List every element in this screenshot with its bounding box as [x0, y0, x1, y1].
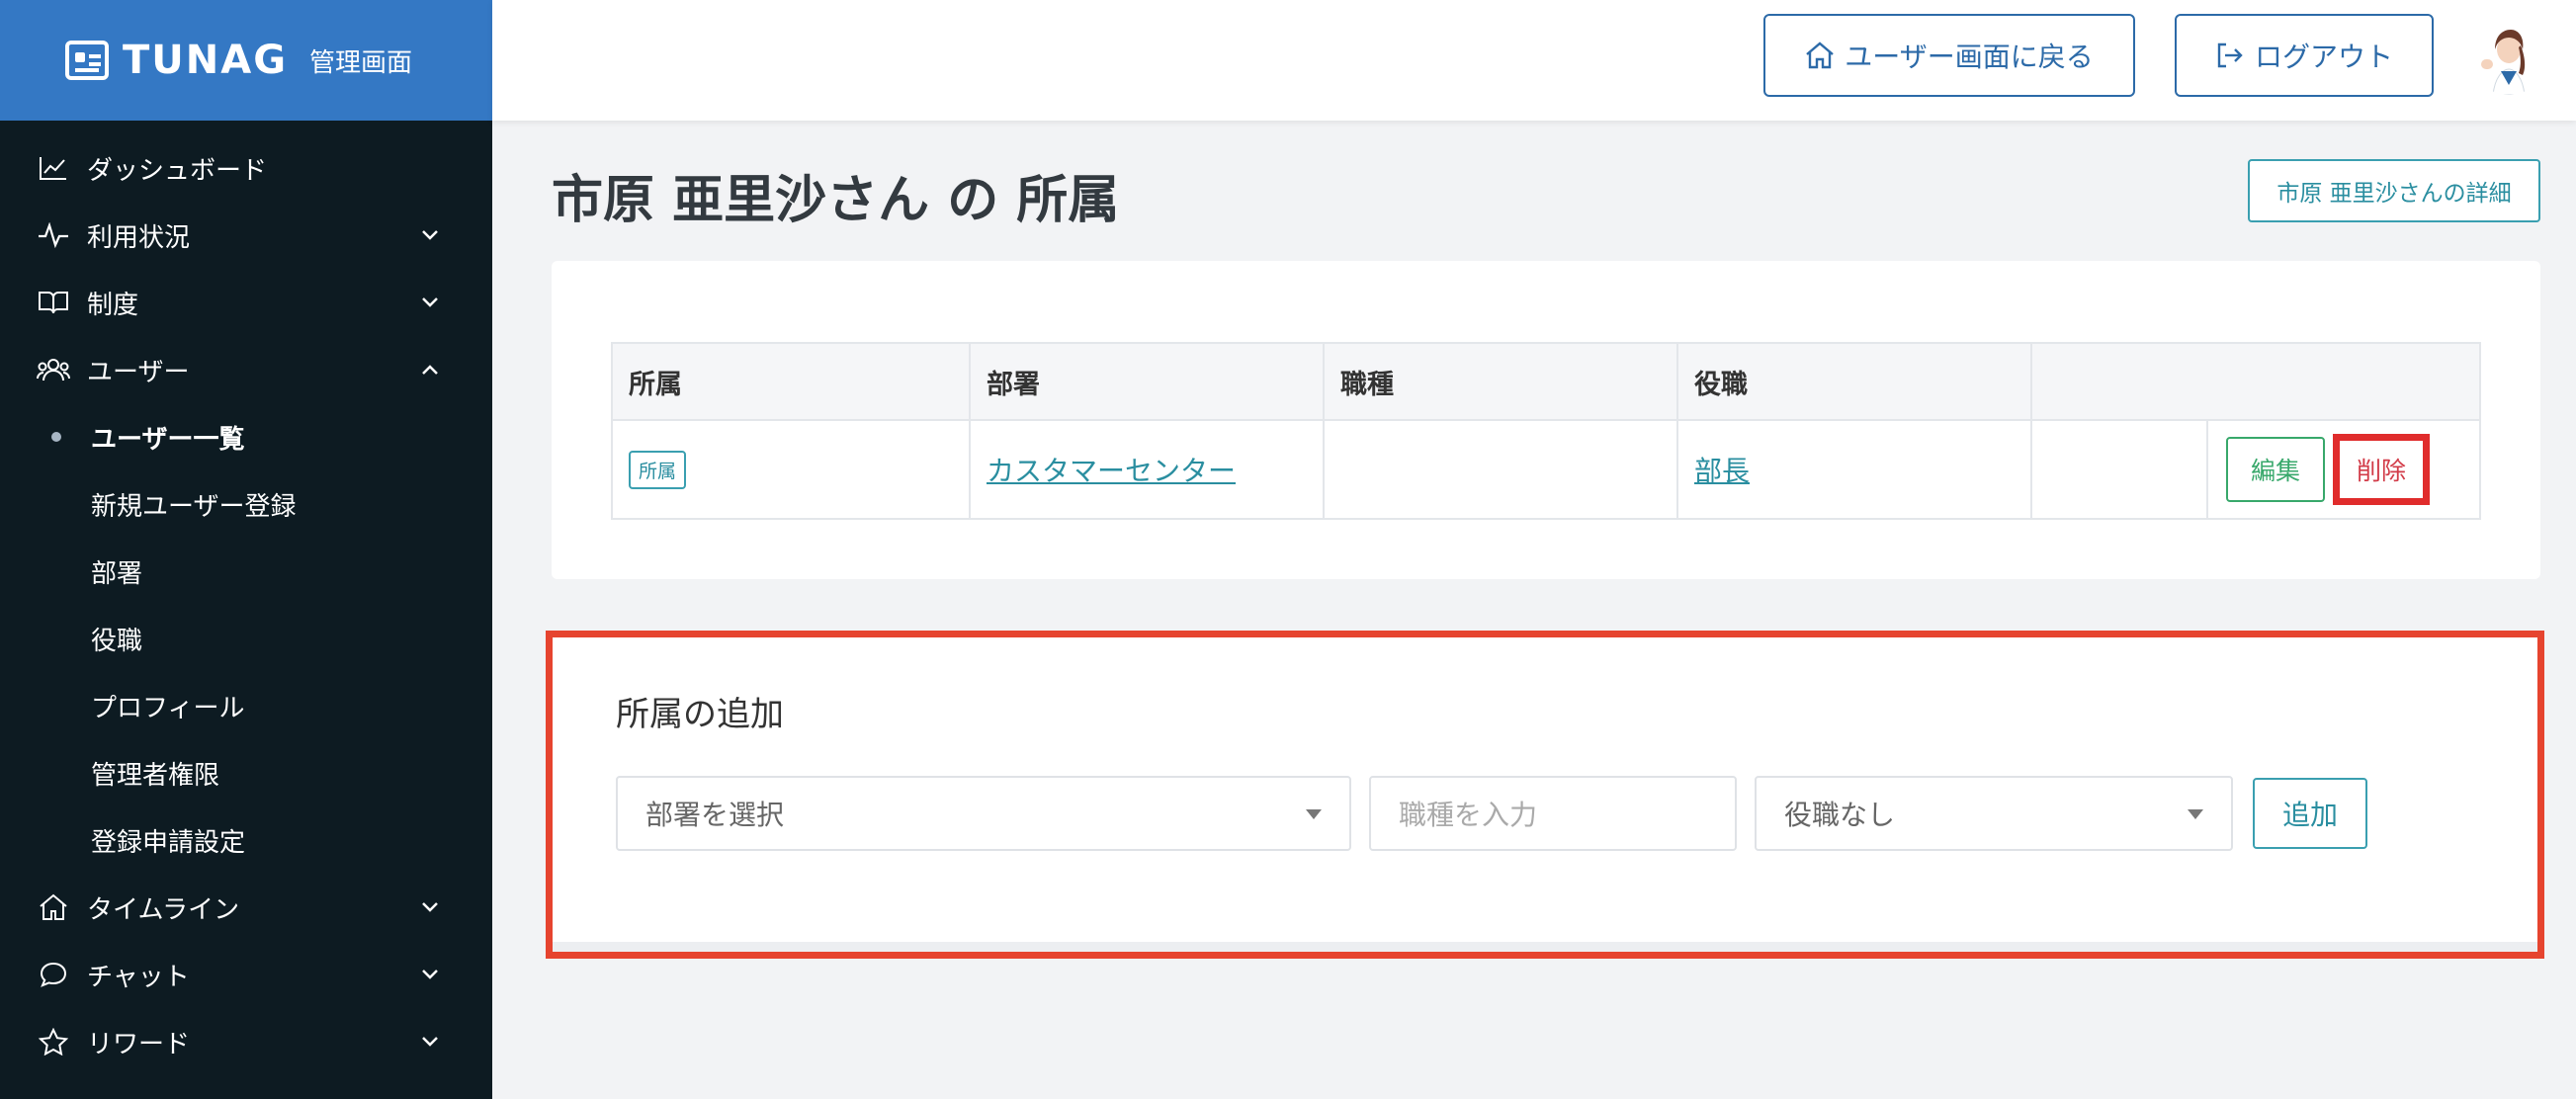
user-detail-button[interactable]: 市原 亜里沙さんの詳細	[2248, 159, 2540, 222]
column-header-job: 職種	[1323, 342, 1678, 421]
column-header-position: 役職	[1676, 342, 2032, 421]
sidebar-subitem-label: 管理者権限	[91, 760, 220, 791]
back-to-user-screen-button[interactable]: ユーザー画面に戻る	[1763, 14, 2135, 97]
affiliation-table: 所属 部署 職種 役職 所属 カスタマーセンター 部長 編集 削除	[611, 342, 2481, 520]
tunag-logo-icon	[65, 41, 109, 80]
sidebar-subitem-label: プロフィール	[91, 693, 245, 723]
chevron-up-icon	[419, 359, 441, 380]
home-icon	[1805, 42, 1835, 69]
sidebar-subitem-new-user[interactable]: 新規ユーザー登録	[0, 470, 492, 538]
affiliation-badge: 所属	[629, 450, 687, 489]
cell-department: カスタマーセンター	[969, 419, 1325, 520]
add-button[interactable]: 追加	[2253, 778, 2367, 849]
sidebar-subitem-profile[interactable]: プロフィール	[0, 672, 492, 739]
department-select-value: 部署を選択	[645, 799, 785, 831]
page-title: 市原 亜里沙さん の 所属	[552, 171, 1120, 230]
position-select[interactable]: 役職なし	[1755, 776, 2233, 851]
sidebar-subitem-label: 登録申請設定	[91, 827, 246, 858]
department-link[interactable]: カスタマーセンター	[987, 455, 1236, 487]
logout-label: ログアウト	[2254, 41, 2393, 73]
column-header-affiliation: 所属	[611, 342, 971, 421]
chat-icon	[36, 960, 71, 989]
top-header: ユーザー画面に戻る ログアウト	[492, 0, 2576, 121]
brand-name: TUNAG	[123, 38, 289, 83]
caret-down-icon	[2188, 809, 2203, 819]
sidebar-nav: ダッシュボード 利用状況 制度 ユーザー ユーザー一覧 新規ユーザー登録 部署 …	[0, 121, 492, 1075]
sidebar-item-dashboard[interactable]: ダッシュボード	[0, 134, 492, 202]
position-select-value: 役職なし	[1784, 799, 1896, 831]
brand-header[interactable]: TUNAG 管理画面	[0, 0, 492, 121]
sidebar: TUNAG 管理画面 ダッシュボード 利用状況 制度 ユーザー ユーザー一覧 新…	[0, 0, 492, 1099]
chevron-down-icon	[419, 224, 441, 246]
sidebar-item-system[interactable]: 制度	[0, 269, 492, 336]
cell-empty	[2030, 419, 2208, 520]
sidebar-subitem-positions[interactable]: 役職	[0, 605, 492, 672]
edit-button[interactable]: 編集	[2226, 437, 2325, 502]
cell-job	[1323, 419, 1678, 520]
user-avatar[interactable]	[2471, 20, 2546, 95]
sidebar-subitem-admin-rights[interactable]: 管理者権限	[0, 739, 492, 806]
sidebar-item-label: ユーザー	[87, 357, 190, 387]
cell-position: 部長	[1676, 419, 2032, 520]
sidebar-item-usage[interactable]: 利用状況	[0, 202, 492, 269]
sidebar-item-chat[interactable]: チャット	[0, 941, 492, 1008]
pulse-icon	[36, 220, 71, 250]
position-link[interactable]: 部長	[1694, 455, 1750, 487]
cell-affiliation: 所属	[611, 419, 971, 520]
sidebar-subitem-registration-settings[interactable]: 登録申請設定	[0, 806, 492, 874]
caret-down-icon	[1306, 809, 1322, 819]
chevron-down-icon	[419, 896, 441, 918]
users-icon	[36, 355, 71, 384]
add-affiliation-title: 所属の追加	[616, 695, 784, 734]
table-header-row: 所属 部署 職種 役職	[611, 342, 2481, 421]
logout-button[interactable]: ログアウト	[2175, 14, 2434, 97]
job-input[interactable]: 職種を入力	[1369, 776, 1737, 851]
sidebar-item-timeline[interactable]: タイムライン	[0, 874, 492, 941]
cell-actions: 編集 削除	[2206, 419, 2481, 520]
sidebar-item-label: タイムライン	[87, 894, 240, 925]
sidebar-item-label: チャット	[87, 962, 190, 992]
department-select[interactable]: 部署を選択	[616, 776, 1351, 851]
sidebar-item-label: リワード	[87, 1029, 191, 1059]
sidebar-subitem-departments[interactable]: 部署	[0, 538, 492, 605]
book-icon	[36, 288, 71, 317]
column-header-actions	[2030, 342, 2481, 421]
active-dot	[51, 432, 61, 442]
column-header-department: 部署	[969, 342, 1325, 421]
add-affiliation-card: 所属の追加 部署を選択 職種を入力 役職なし 追加	[546, 631, 2544, 959]
home-icon	[36, 892, 71, 922]
row-actions: 編集 削除	[2224, 434, 2479, 505]
sidebar-subitem-label: 部署	[91, 558, 143, 589]
brand-subtitle: 管理画面	[309, 47, 413, 78]
back-to-user-screen-label: ユーザー画面に戻る	[1845, 41, 2094, 73]
star-icon	[36, 1027, 71, 1057]
card-footer-strip	[553, 942, 2537, 952]
sidebar-item-reward[interactable]: リワード	[0, 1008, 492, 1075]
chevron-down-icon	[419, 292, 441, 313]
sidebar-item-label: ダッシュボード	[87, 155, 268, 186]
affiliation-card: 所属 部署 職種 役職 所属 カスタマーセンター 部長 編集 削除	[552, 261, 2540, 579]
chevron-down-icon	[419, 1031, 441, 1053]
sidebar-subitem-label: ユーザー一覧	[91, 424, 245, 455]
delete-button[interactable]: 削除	[2333, 434, 2430, 505]
job-input-placeholder: 職種を入力	[1399, 799, 1538, 831]
logout-icon	[2215, 42, 2245, 69]
sidebar-subitem-label: 新規ユーザー登録	[91, 491, 297, 522]
sidebar-subitem-label: 役職	[91, 626, 143, 656]
chevron-down-icon	[419, 964, 441, 985]
chart-line-icon	[36, 153, 71, 183]
sidebar-subitem-user-list[interactable]: ユーザー一覧	[0, 403, 492, 470]
sidebar-item-users[interactable]: ユーザー	[0, 336, 492, 403]
table-row: 所属 カスタマーセンター 部長 編集 削除	[611, 419, 2481, 520]
sidebar-item-label: 利用状況	[87, 222, 191, 253]
sidebar-item-label: 制度	[87, 290, 139, 320]
